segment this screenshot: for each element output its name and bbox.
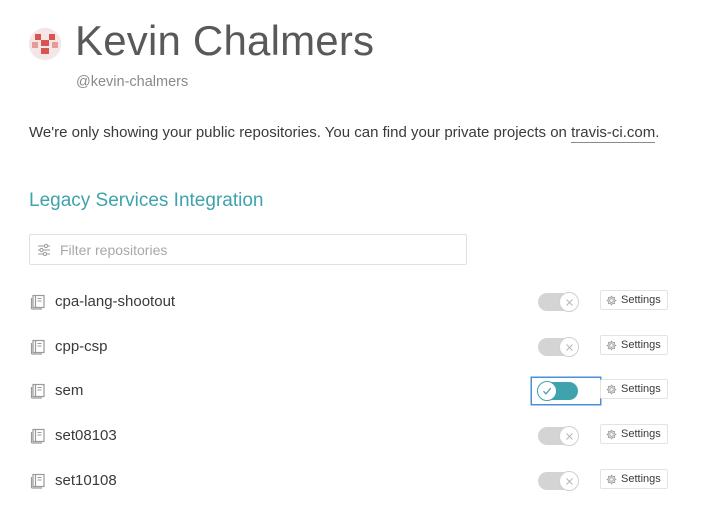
repository-name[interactable]: set10108: [55, 472, 117, 489]
check-icon: [537, 381, 557, 401]
repository-row: cpa-lang-shootout Settings: [29, 287, 674, 317]
x-icon: [559, 292, 579, 312]
gear-icon: [606, 384, 617, 394]
repository-activation-toggle[interactable]: [538, 426, 579, 446]
repository-icon: [30, 383, 45, 399]
settings-label: Settings: [621, 294, 661, 306]
settings-label: Settings: [621, 473, 661, 485]
gear-icon: [606, 429, 617, 439]
x-icon: [559, 426, 579, 446]
repository-name[interactable]: cpp-csp: [55, 338, 108, 355]
repository-row: set10108 Settings: [29, 466, 674, 496]
gear-icon: [606, 474, 617, 484]
repository-icon: [30, 339, 45, 355]
repository-row: set08103 Settings: [29, 421, 674, 451]
profile-handle: @kevin-chalmers: [76, 74, 189, 90]
repository-activation-toggle[interactable]: [538, 292, 579, 312]
notice-suffix: .: [655, 124, 660, 141]
repository-name[interactable]: set08103: [55, 427, 117, 444]
repository-toggle-wrapper: [531, 422, 601, 450]
repository-settings-button[interactable]: Settings: [600, 424, 668, 444]
repository-name[interactable]: cpa-lang-shootout: [55, 293, 175, 310]
repository-activation-toggle[interactable]: [538, 471, 579, 491]
filter-box: [29, 234, 467, 265]
identicon-avatar-icon: [29, 28, 61, 60]
repository-row: sem Settings: [29, 376, 674, 406]
repository-settings-button[interactable]: Settings: [600, 290, 668, 310]
public-repos-notice: We're only showing your public repositor…: [29, 124, 660, 143]
repository-toggle-wrapper: [531, 288, 601, 316]
repository-row: cpp-csp Settings: [29, 332, 674, 362]
repository-icon: [30, 428, 45, 444]
repository-settings-button[interactable]: Settings: [600, 379, 668, 399]
travis-ci-com-link[interactable]: travis-ci.com: [571, 124, 656, 143]
settings-label: Settings: [621, 383, 661, 395]
avatar: [29, 28, 61, 60]
x-icon: [559, 471, 579, 491]
repository-toggle-wrapper: [531, 333, 601, 361]
filter-repositories-input[interactable]: [60, 235, 460, 264]
repository-toggle-wrapper: [531, 467, 601, 495]
gear-icon: [606, 340, 617, 350]
settings-label: Settings: [621, 339, 661, 351]
repository-settings-button[interactable]: Settings: [600, 335, 668, 355]
gear-icon: [606, 295, 617, 305]
sliders-icon: [38, 243, 50, 257]
x-icon: [559, 337, 579, 357]
repository-toggle-wrapper: [531, 377, 601, 405]
settings-label: Settings: [621, 428, 661, 440]
repository-icon: [30, 294, 45, 310]
repository-name[interactable]: sem: [55, 382, 83, 399]
repository-icon: [30, 473, 45, 489]
repository-activation-toggle[interactable]: [537, 381, 578, 401]
repository-settings-button[interactable]: Settings: [600, 469, 668, 489]
notice-text: We're only showing your public repositor…: [29, 124, 572, 141]
profile-name: Kevin Chalmers: [75, 17, 375, 64]
repository-activation-toggle[interactable]: [538, 337, 579, 357]
section-title: Legacy Services Integration: [29, 190, 264, 211]
